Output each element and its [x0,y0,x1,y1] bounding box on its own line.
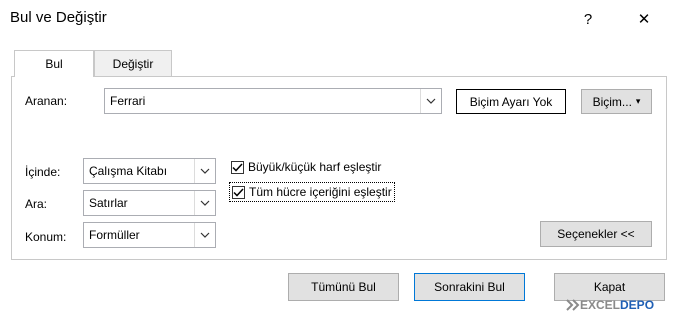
match-entire-option[interactable]: Tüm hücre içeriğini eşleştir [229,182,395,202]
dropdown-arrow-icon: ▾ [635,96,641,106]
window-title: Bul ve Değiştir [10,9,107,26]
format-preview: Biçim Ayarı Yok [456,89,566,114]
chevron-down-icon[interactable] [194,159,215,183]
tab-replace[interactable]: Değiştir [94,50,172,76]
within-label: İçinde: [25,165,61,179]
match-entire-checkbox[interactable] [232,185,245,199]
match-case-checkbox[interactable] [231,160,244,174]
options-toggle-button[interactable]: Seçenekler << [540,221,652,247]
chevron-down-icon[interactable] [194,191,215,215]
checkmark-icon [232,162,243,172]
match-case-label: Büyük/küçük harf eşleştir [248,160,382,174]
excel-depo-watermark: EXCEL DEPO [566,298,654,312]
find-all-button[interactable]: Tümünü Bul [288,273,399,301]
find-what-combobox[interactable]: Ferrari [104,88,442,114]
search-select[interactable]: Satırlar [83,190,216,216]
match-case-option[interactable]: Büyük/küçük harf eşleştir [231,160,381,174]
tab-replace-label: Değiştir [112,56,154,71]
tab-find-label: Bul [45,57,63,71]
help-button[interactable]: ? [573,6,603,32]
watermark-text-left: EXCEL [580,298,621,312]
look-in-select[interactable]: Formüller [83,222,216,248]
watermark-text-right: DEPO [620,298,655,312]
within-select[interactable]: Çalışma Kitabı [83,158,216,184]
logo-icon [566,299,580,311]
find-what-value: Ferrari [110,94,146,108]
look-in-value: Formüller [89,228,140,242]
search-value: Satırlar [89,196,128,210]
checkmark-icon [233,187,244,197]
within-value: Çalışma Kitabı [89,164,168,178]
match-entire-label: Tüm hücre içeriğini eşleştir [249,185,392,199]
chevron-down-icon[interactable] [420,89,441,113]
tab-find[interactable]: Bul [14,50,94,77]
find-next-button[interactable]: Sonrakini Bul [414,273,525,301]
find-what-label: Aranan: [25,94,68,108]
chevron-down-icon[interactable] [194,223,215,247]
format-button-label: Biçim... [592,94,632,109]
format-button[interactable]: Biçim... ▾ [581,89,652,114]
search-label: Ara: [25,197,48,211]
look-in-label: Konum: [25,230,67,244]
close-window-button[interactable]: ✕ [629,6,659,32]
close-button[interactable]: Kapat [554,273,665,301]
